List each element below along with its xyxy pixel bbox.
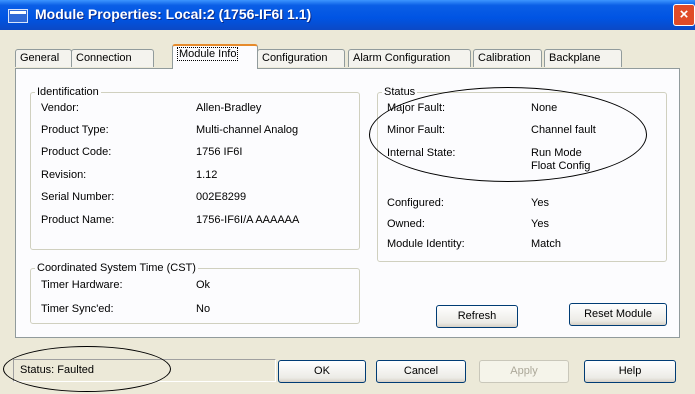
fault-status-highlight-ellipse [369,87,647,182]
window-title: Module Properties: Local:2 (1756-IF6I 1.… [35,6,312,22]
configured-value: Yes [531,197,549,209]
tab-configuration-label: Configuration [262,52,328,64]
vendor-value: Allen-Bradley [196,102,262,114]
status-group-title: Status [384,86,416,98]
apply-button[interactable]: Apply [479,360,569,383]
title-bar[interactable]: Module Properties: Local:2 (1756-IF6I 1.… [0,0,695,30]
tab-connection-label: Connection [76,52,132,64]
cancel-button[interactable]: Cancel [376,360,466,383]
serial-number-label: Serial Number: [41,191,115,203]
revision-label: Revision: [41,169,87,181]
ok-button[interactable]: OK [278,360,366,383]
identification-title: Identification [37,86,99,98]
product-type-label: Product Type: [41,124,109,136]
product-code-label: Product Code: [41,146,112,158]
tab-module-info-label: Module Info [177,47,239,61]
tab-configuration[interactable]: Configuration [257,49,345,67]
timer-synced-label: Timer Sync'ed: [41,303,114,315]
close-button[interactable]: × [673,4,695,26]
serial-number-value: 002E8299 [196,191,247,203]
timer-hardware-label: Timer Hardware: [41,279,123,291]
module-properties-dialog: Module Properties: Local:2 (1756-IF6I 1.… [0,0,695,394]
cst-title: Coordinated System Time (CST) [37,262,196,274]
reset-module-button[interactable]: Reset Module [569,303,667,326]
product-code-value: 1756 IF6I [196,146,243,158]
tab-backplane[interactable]: Backplane [544,49,622,67]
product-name-label: Product Name: [41,214,115,226]
configured-label: Configured: [387,197,444,209]
tab-backplane-label: Backplane [549,52,601,64]
status-highlight-ellipse [3,346,171,392]
tab-module-info[interactable]: Module Info [172,44,258,69]
timer-synced-value: No [196,303,211,315]
tab-general[interactable]: General [15,49,72,67]
refresh-button[interactable]: Refresh [436,305,518,328]
revision-value: 1.12 [196,169,218,181]
tab-calibration-label: Calibration [478,52,531,64]
timer-hardware-value: Ok [196,279,211,291]
tab-alarm-configuration[interactable]: Alarm Configuration [348,49,471,67]
tab-connection[interactable]: Connection [71,49,154,67]
owned-value: Yes [531,218,549,230]
help-button[interactable]: Help [584,360,676,383]
tab-calibration[interactable]: Calibration [473,49,542,67]
product-type-value: Multi-channel Analog [196,124,299,136]
window-icon [8,9,28,23]
product-name-value: 1756-IF6I/A AAAAAA [196,214,300,226]
owned-label: Owned: [387,218,425,230]
tab-general-label: General [20,52,60,64]
tab-alarm-configuration-label: Alarm Configuration [353,52,451,64]
vendor-label: Vendor: [41,102,79,114]
module-info-panel: Identification Vendor: Allen-Bradley Pro… [15,68,680,338]
module-identity-value: Match [531,238,561,250]
module-identity-label: Module Identity: [387,238,465,250]
